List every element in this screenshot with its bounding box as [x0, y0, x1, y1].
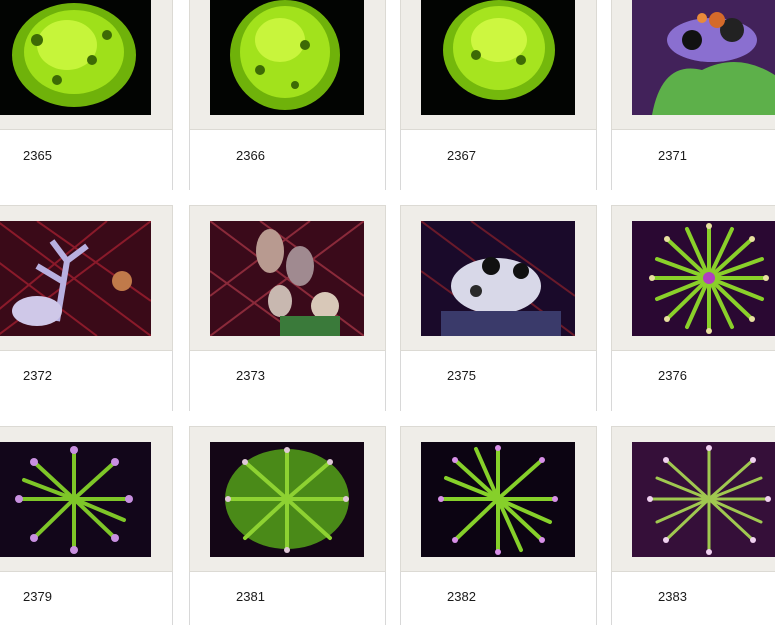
- caption-box: [611, 130, 775, 190]
- torch-coral-image: [421, 442, 575, 557]
- caption-box: [400, 351, 597, 411]
- sea-squirts-branch-image: [0, 221, 151, 336]
- photo-id[interactable]: 2365: [23, 148, 52, 163]
- gallery-card[interactable]: 2373: [189, 205, 386, 411]
- photo-id[interactable]: 2371: [658, 148, 687, 163]
- photo-thumbnail[interactable]: [421, 0, 575, 115]
- photo-id[interactable]: 2383: [658, 589, 687, 604]
- gallery-card[interactable]: 2375: [400, 205, 597, 411]
- caption-box: [611, 351, 775, 411]
- gallery-card[interactable]: 2383: [611, 426, 775, 625]
- gallery-card[interactable]: 2376: [611, 205, 775, 411]
- caption-box: [189, 130, 386, 190]
- gallery-card[interactable]: 2367: [400, 0, 597, 190]
- sea-squirts-image: [210, 221, 364, 336]
- photo-thumbnail[interactable]: [0, 442, 151, 557]
- gallery-card[interactable]: 2372: [0, 205, 173, 411]
- torch-coral-image: [632, 221, 775, 336]
- photo-thumbnail[interactable]: [0, 221, 151, 336]
- photo-thumbnail[interactable]: [632, 221, 775, 336]
- photo-thumbnail[interactable]: [0, 0, 151, 115]
- sea-squirts-image: [632, 0, 775, 115]
- caption-box: [189, 351, 386, 411]
- photo-thumbnail[interactable]: [210, 442, 364, 557]
- caption-box: [611, 572, 775, 625]
- photo-thumbnail[interactable]: [632, 442, 775, 557]
- gallery-card[interactable]: 2371: [611, 0, 775, 190]
- photo-id[interactable]: 2382: [447, 589, 476, 604]
- caption-box: [400, 572, 597, 625]
- green-coral-image: [210, 0, 364, 115]
- gallery-card[interactable]: 2365: [0, 0, 173, 190]
- photo-thumbnail[interactable]: [210, 0, 364, 115]
- gallery-card[interactable]: 2366: [189, 0, 386, 190]
- photo-id[interactable]: 2375: [447, 368, 476, 383]
- photo-id[interactable]: 2381: [236, 589, 265, 604]
- caption-box: [400, 130, 597, 190]
- photo-thumbnail[interactable]: [210, 221, 364, 336]
- photo-id[interactable]: 2366: [236, 148, 265, 163]
- torch-coral-image: [632, 442, 775, 557]
- gallery-card[interactable]: 2379: [0, 426, 173, 625]
- caption-box: [189, 572, 386, 625]
- gallery-card[interactable]: 2382: [400, 426, 597, 625]
- torch-coral-image: [210, 442, 364, 557]
- torch-coral-image: [0, 442, 151, 557]
- photo-id[interactable]: 2372: [23, 368, 52, 383]
- green-coral-image: [421, 0, 575, 115]
- green-coral-image: [0, 0, 151, 115]
- photo-id[interactable]: 2379: [23, 589, 52, 604]
- gallery-card[interactable]: 2381: [189, 426, 386, 625]
- photo-id[interactable]: 2376: [658, 368, 687, 383]
- photo-thumbnail[interactable]: [421, 221, 575, 336]
- photo-id[interactable]: 2367: [447, 148, 476, 163]
- photo-grid: 2365 2366 2367 2371 2372 2373 2375 2376 …: [0, 0, 775, 625]
- photo-thumbnail[interactable]: [421, 442, 575, 557]
- sea-squirts-image: [421, 221, 575, 336]
- photo-id[interactable]: 2373: [236, 368, 265, 383]
- photo-thumbnail[interactable]: [632, 0, 775, 115]
